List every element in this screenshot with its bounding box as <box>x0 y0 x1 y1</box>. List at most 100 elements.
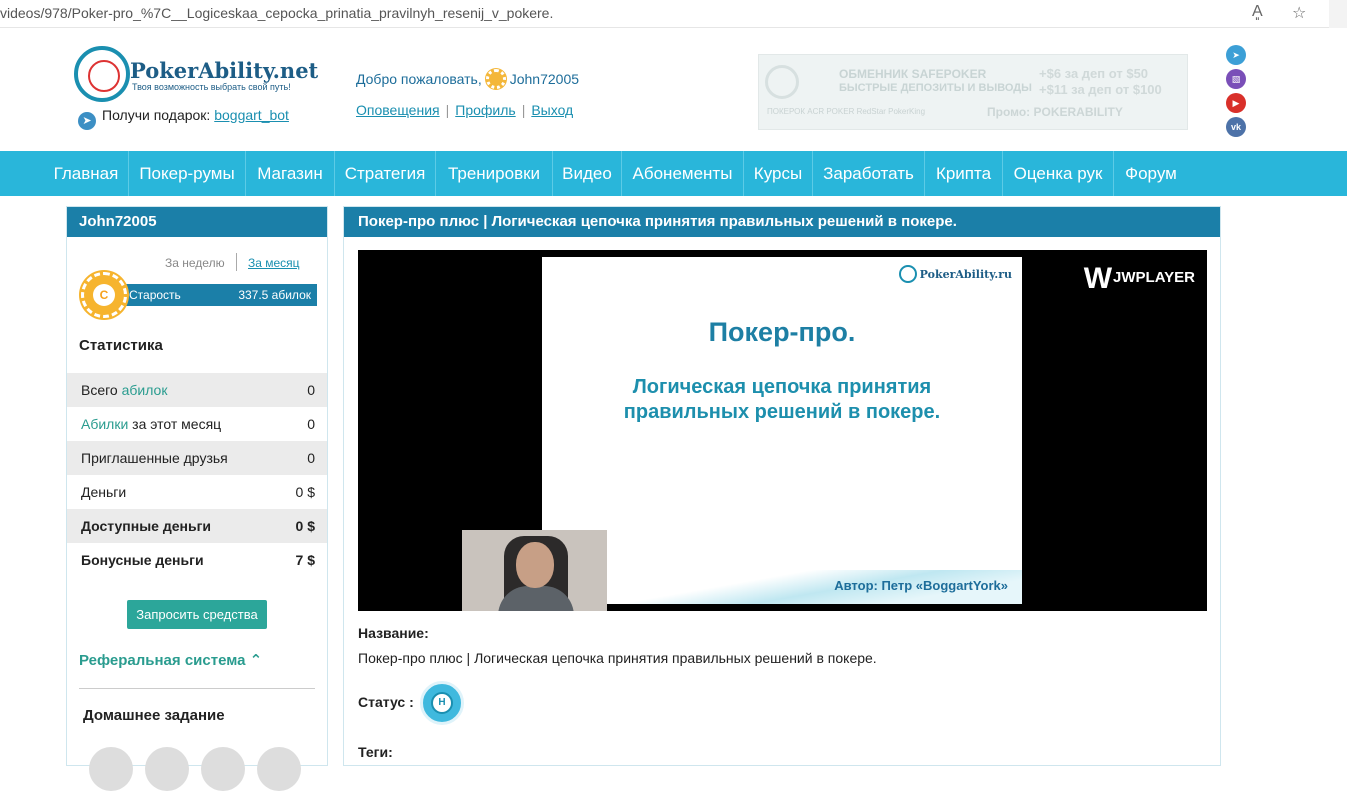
browser-address-bar: videos/978/Poker-pro_%7C__Logiceskaa_cep… <box>0 0 1347 28</box>
nav-video[interactable]: Видео <box>553 151 622 196</box>
rank-coin-icon <box>485 69 506 89</box>
webcam-person-head <box>516 542 554 588</box>
header-username[interactable]: John72005 <box>510 71 579 87</box>
nav-hand-review[interactable]: Оценка рук <box>1003 151 1114 196</box>
notifications-link[interactable]: Оповещения <box>356 102 440 118</box>
sidebar-username: John72005 <box>67 207 327 237</box>
telegram-icon: ➤ <box>78 112 96 130</box>
vk-icon[interactable]: vk <box>1226 117 1246 137</box>
homework-item[interactable] <box>201 747 245 791</box>
main-navigation: Главная Покер-румы Магазин Стратегия Тре… <box>0 151 1347 196</box>
banner-brands: ПОКЕРОК ACR POKER RedStar PokerKing <box>767 107 926 116</box>
request-funds-button[interactable]: Запросить средства <box>127 600 267 629</box>
telegram-icon[interactable]: ➤ <box>1226 45 1246 65</box>
safepoker-banner[interactable]: ОБМЕННИК SAFEPOKER БЫСТРЫЕ ДЕПОЗИТЫ И ВЫ… <box>758 54 1188 130</box>
status-badge-letter: Н <box>431 692 453 714</box>
status-badge: Н <box>420 681 464 725</box>
webcam-overlay <box>462 530 607 611</box>
stat-label-link[interactable]: абилок <box>122 382 168 398</box>
banner-line1: ОБМЕННИК SAFEPOKER <box>839 67 987 81</box>
name-label: Название: <box>358 625 429 641</box>
stats-title: Статистика <box>79 337 163 354</box>
profile-link[interactable]: Профиль <box>455 102 515 118</box>
stat-row: Приглашенные друзья 0 <box>67 441 327 475</box>
slide-title: Покер-про. <box>708 317 856 347</box>
nav-shop[interactable]: Магазин <box>246 151 335 196</box>
logo-name: PokerAbility.net <box>130 58 319 83</box>
nav-crypto[interactable]: Крипта <box>925 151 1003 196</box>
banner-offer1: +$6 за деп от $50 <box>1039 66 1149 81</box>
stat-label: Всего <box>81 382 122 398</box>
url-text[interactable]: videos/978/Poker-pro_%7C__Logiceskaa_cep… <box>0 5 553 21</box>
video-frame: PokerAbility.ru Покер-про. Логическая це… <box>542 257 1022 604</box>
homework-item[interactable] <box>257 747 301 791</box>
jwplayer-mark-icon: W <box>1083 262 1112 295</box>
video-title-header: Покер-про плюс | Логическая цепочка прин… <box>344 207 1220 237</box>
stat-value: 0 $ <box>295 484 315 500</box>
nav-poker-rooms[interactable]: Покер-румы <box>129 151 246 196</box>
gift-bot-link[interactable]: boggart_bot <box>214 107 289 123</box>
rank-coin-icon: С <box>81 272 127 318</box>
homework-item[interactable] <box>89 747 133 791</box>
slide-subtitle-line: правильных решений в покере. <box>623 401 941 423</box>
logout-link[interactable]: Выход <box>531 102 573 118</box>
site-logo[interactable]: PokerAbility.net Твоя возможность выбрат… <box>74 46 318 104</box>
browser-edge <box>1329 0 1347 28</box>
stat-label-link[interactable]: Абилки <box>81 416 128 432</box>
rank-progress-bar: Старость 337.5 абилок <box>107 284 317 306</box>
homework-item[interactable] <box>145 747 189 791</box>
referral-label: Реферальная система <box>79 652 246 669</box>
gift-label: Получи подарок: <box>102 107 211 123</box>
social-links: ➤ ▧ ▶ vk <box>1226 45 1248 141</box>
tags-label: Теги: <box>358 744 393 760</box>
stat-value: 0 <box>307 450 315 466</box>
twitch-icon[interactable]: ▧ <box>1226 69 1246 89</box>
referral-toggle[interactable]: Реферальная система ⌃ <box>79 651 262 669</box>
stat-row: Деньги 0 $ <box>67 475 327 509</box>
stat-row: Абилки за этот месяц 0 <box>67 407 327 441</box>
rank-value: 337.5 абилок <box>238 288 311 302</box>
logo-emblem-icon <box>898 265 917 283</box>
video-panel: Покер-про плюс | Логическая цепочка прин… <box>343 206 1221 766</box>
jwplayer-brand: JWPLAYER <box>1113 269 1195 286</box>
read-aloud-icon[interactable]: A͈ <box>1252 3 1263 21</box>
nav-strategy[interactable]: Стратегия <box>335 151 436 196</box>
nav-earn[interactable]: Заработать <box>813 151 925 196</box>
nav-forum[interactable]: Форум <box>1114 151 1188 196</box>
welcome-label: Добро пожаловать, <box>356 71 482 87</box>
nav-home[interactable]: Главная <box>44 151 129 196</box>
welcome-text: Добро пожаловать, John72005 <box>356 69 579 89</box>
slide-author: Автор: Петр «BoggartYork» <box>834 578 1008 593</box>
stat-value: 0 $ <box>295 518 315 534</box>
period-week-tab[interactable]: За неделю <box>165 256 225 270</box>
rank-name: Старость <box>129 288 181 302</box>
stat-label: Бонусные деньги <box>81 552 204 568</box>
video-player[interactable]: PokerAbility.ru Покер-про. Логическая це… <box>358 250 1207 611</box>
logo-emblem-icon <box>74 46 130 102</box>
slide-subtitle-line: Логическая цепочка принятия <box>632 376 932 398</box>
nav-courses[interactable]: Курсы <box>744 151 813 196</box>
slide-logo: PokerAbility.ru <box>898 265 1012 283</box>
stat-value: 7 $ <box>295 552 315 568</box>
banner-offer2: +$11 за деп от $100 <box>1039 82 1162 97</box>
banner-line2: БЫСТРЫЕ ДЕПОЗИТЫ И ВЫВОДЫ <box>839 82 1032 94</box>
stat-label: Приглашенные друзья <box>81 450 228 466</box>
stat-value: 0 <box>307 416 315 432</box>
stat-value: 0 <box>307 382 315 398</box>
period-month-tab[interactable]: За месяц <box>248 256 300 270</box>
name-value: Покер-про плюс | Логическая цепочка прин… <box>358 650 877 666</box>
period-divider <box>236 253 237 271</box>
star-icon[interactable]: ☆ <box>1292 3 1306 23</box>
slide-logo-text: PokerAbility.ru <box>919 268 1012 281</box>
status-label: Статус : <box>358 694 414 710</box>
homework-items <box>89 747 313 796</box>
homework-title: Домашнее задание <box>83 707 225 724</box>
youtube-icon[interactable]: ▶ <box>1226 93 1246 113</box>
rank-letter: С <box>93 284 115 306</box>
stat-row: Всего абилок 0 <box>67 373 327 407</box>
nav-subscriptions[interactable]: Абонементы <box>622 151 744 196</box>
divider <box>79 688 315 689</box>
nav-trainings[interactable]: Тренировки <box>436 151 553 196</box>
jwplayer-logo: W JWPLAYER <box>1084 262 1195 296</box>
slide-subtitle: Логическая цепочка принятия правильных р… <box>542 375 1022 425</box>
